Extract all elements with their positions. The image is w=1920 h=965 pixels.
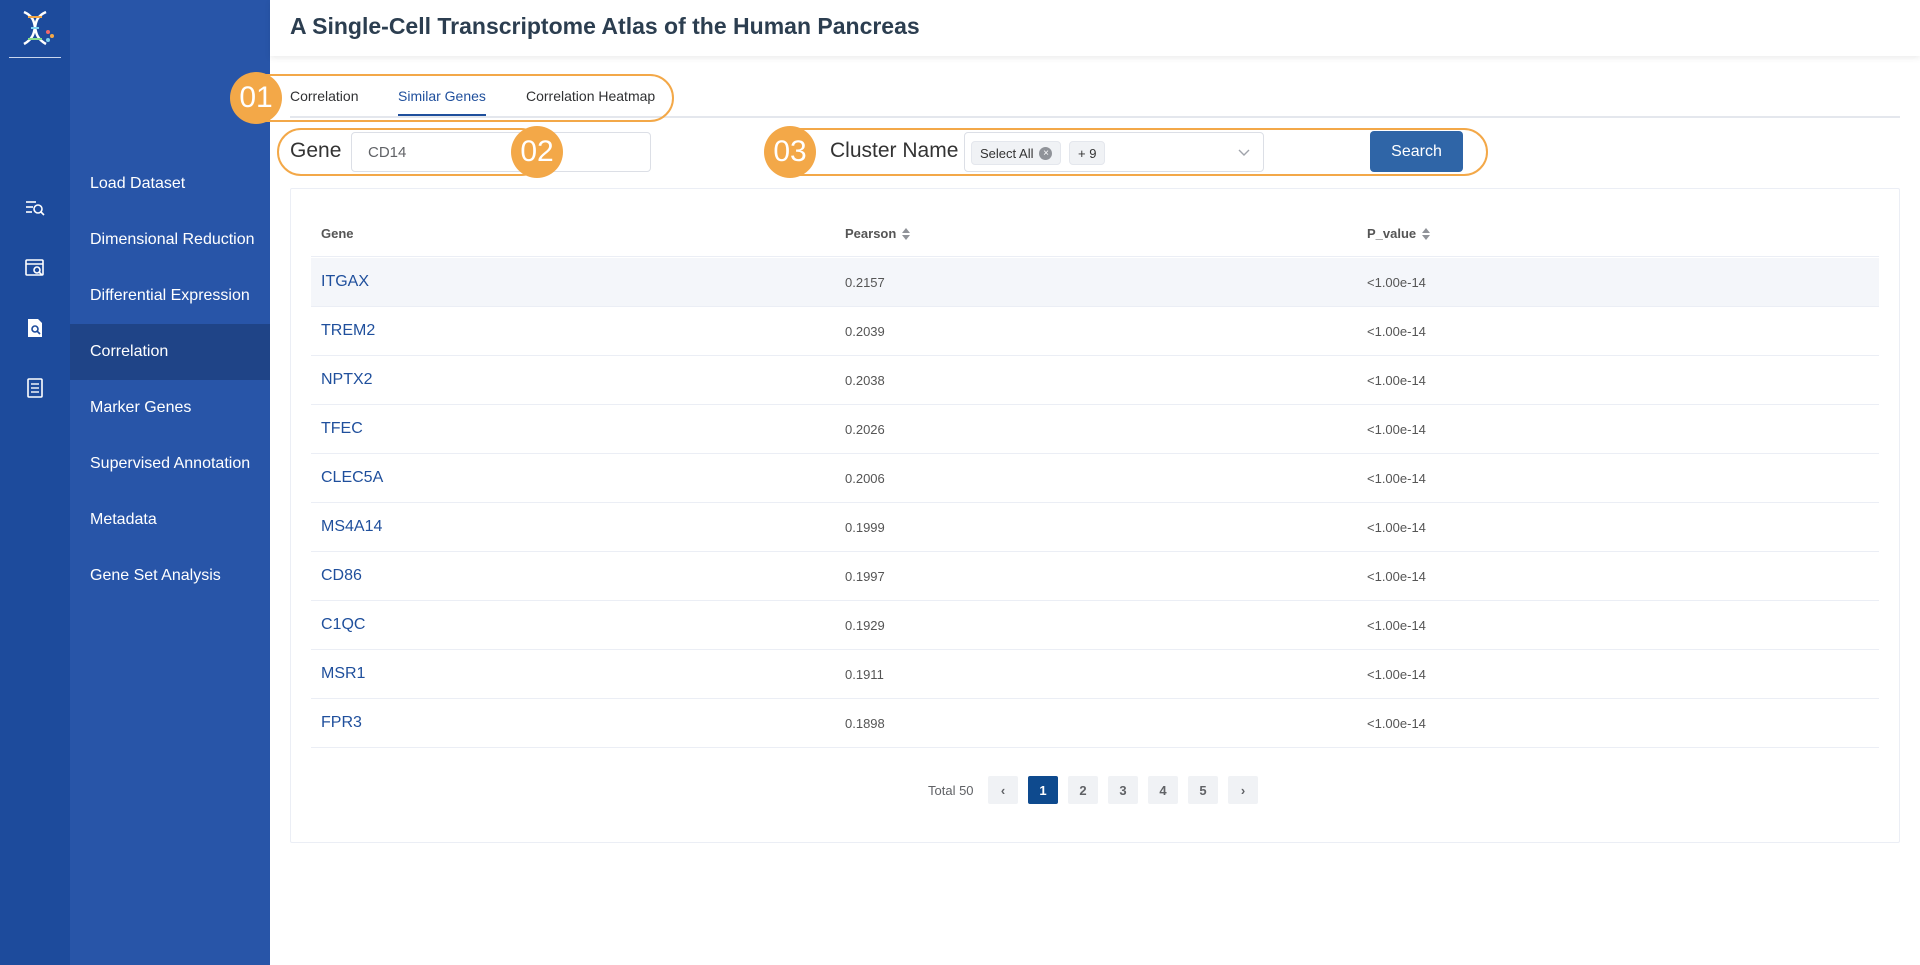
table-row: TREM2 0.2039 <1.00e-14 <box>311 307 1879 356</box>
menu-item-supervised-annotation[interactable]: Supervised Annotation <box>70 436 270 492</box>
pearson-value: 0.2157 <box>845 275 885 290</box>
page-title: A Single-Cell Transcriptome Atlas of the… <box>290 13 920 39</box>
cluster-tag-label: Select All <box>980 145 1034 161</box>
side-menu: Load Dataset Dimensional Reduction Diffe… <box>70 0 270 965</box>
p-value: <1.00e-14 <box>1367 618 1426 633</box>
pagination-page-3[interactable]: 3 <box>1108 776 1138 804</box>
menu-item-load-dataset[interactable]: Load Dataset <box>70 156 270 212</box>
gene-link[interactable]: MSR1 <box>321 665 365 683</box>
menu-item-metadata[interactable]: Metadata <box>70 492 270 548</box>
cluster-tag-more: + 9 <box>1069 141 1106 165</box>
gene-link[interactable]: TREM2 <box>321 322 375 340</box>
p-value: <1.00e-14 <box>1367 520 1426 535</box>
p-value: <1.00e-14 <box>1367 716 1426 731</box>
callout-badge-03: 03 <box>764 126 816 178</box>
menu-item-dimensional-reduction[interactable]: Dimensional Reduction <box>70 212 270 268</box>
gene-link[interactable]: TFEC <box>321 420 363 438</box>
p-value: <1.00e-14 <box>1367 422 1426 437</box>
cluster-name-label: Cluster Name <box>830 139 959 162</box>
search-button[interactable]: Search <box>1370 131 1463 172</box>
table-row: CLEC5A 0.2006 <1.00e-14 <box>311 454 1879 503</box>
table-row: MS4A14 0.1999 <1.00e-14 <box>311 503 1879 552</box>
table-row: C1QC 0.1929 <1.00e-14 <box>311 601 1879 650</box>
pagination-total: Total 50 <box>928 783 974 798</box>
menu-item-differential-expression[interactable]: Differential Expression <box>70 268 270 324</box>
gene-link[interactable]: MS4A14 <box>321 518 382 536</box>
gene-link[interactable]: CD86 <box>321 567 362 585</box>
column-header-gene: Gene <box>321 226 354 241</box>
dna-logo-icon[interactable] <box>14 4 56 52</box>
page-header: A Single-Cell Transcriptome Atlas of the… <box>270 0 1920 56</box>
p-value: <1.00e-14 <box>1367 471 1426 486</box>
callout-outline-tabs <box>236 74 674 122</box>
search-list-icon[interactable] <box>24 197 46 219</box>
p-value: <1.00e-14 <box>1367 569 1426 584</box>
results-card: Gene Pearson P_value ITGAX 0.2157 <1.00e… <box>290 188 1900 843</box>
sort-icon[interactable] <box>902 227 911 241</box>
table-row: ITGAX 0.2157 <1.00e-14 <box>311 258 1879 307</box>
table-row: NPTX2 0.2038 <1.00e-14 <box>311 356 1879 405</box>
table-header: Gene Pearson P_value <box>311 209 1879 257</box>
cluster-tag-select-all: Select All × <box>971 141 1062 165</box>
gene-link[interactable]: CLEC5A <box>321 469 383 487</box>
table-row: MSR1 0.1911 <1.00e-14 <box>311 650 1879 699</box>
pagination-page-1[interactable]: 1 <box>1028 776 1058 804</box>
gene-link[interactable]: NPTX2 <box>321 371 373 389</box>
logo-divider <box>9 57 61 58</box>
pagination-page-5[interactable]: 5 <box>1188 776 1218 804</box>
p-value: <1.00e-14 <box>1367 324 1426 339</box>
pearson-value: 0.1997 <box>845 569 885 584</box>
callout-badge-01: 01 <box>230 72 282 124</box>
column-header-p-value[interactable]: P_value <box>1367 226 1431 241</box>
menu-item-marker-genes[interactable]: Marker Genes <box>70 380 270 436</box>
document-search-icon[interactable] <box>24 317 46 339</box>
pagination-next-button[interactable]: › <box>1228 776 1258 804</box>
browse-data-icon[interactable] <box>24 257 46 279</box>
pearson-value: 0.2006 <box>845 471 885 486</box>
notebook-icon[interactable] <box>24 377 46 399</box>
gene-link[interactable]: C1QC <box>321 616 365 634</box>
callout-badge-02: 02 <box>511 126 563 178</box>
table-row: CD86 0.1997 <1.00e-14 <box>311 552 1879 601</box>
chevron-down-icon <box>1238 149 1250 156</box>
menu-item-correlation[interactable]: Correlation <box>70 324 270 380</box>
cluster-name-select[interactable]: Select All × + 9 <box>964 132 1264 172</box>
sort-icon[interactable] <box>1422 227 1431 241</box>
column-header-pearson[interactable]: Pearson <box>845 226 911 241</box>
pearson-value: 0.1999 <box>845 520 885 535</box>
table-row: TFEC 0.2026 <1.00e-14 <box>311 405 1879 454</box>
p-value: <1.00e-14 <box>1367 373 1426 388</box>
gene-label: Gene <box>290 139 342 162</box>
table-row: FPR3 0.1898 <1.00e-14 <box>311 699 1879 748</box>
tag-close-icon[interactable]: × <box>1039 146 1053 160</box>
pagination-page-2[interactable]: 2 <box>1068 776 1098 804</box>
pearson-value: 0.2026 <box>845 422 885 437</box>
pagination-page-4[interactable]: 4 <box>1148 776 1178 804</box>
pearson-value: 0.1911 <box>845 667 884 682</box>
pearson-value: 0.1929 <box>845 618 885 633</box>
gene-link[interactable]: FPR3 <box>321 714 362 732</box>
pearson-value: 0.2038 <box>845 373 885 388</box>
gene-input[interactable] <box>351 132 651 172</box>
icon-rail <box>0 0 70 965</box>
p-value: <1.00e-14 <box>1367 667 1426 682</box>
pearson-value: 0.2039 <box>845 324 885 339</box>
pagination-prev-button[interactable]: ‹ <box>988 776 1018 804</box>
gene-link[interactable]: ITGAX <box>321 273 369 291</box>
p-value: <1.00e-14 <box>1367 275 1426 290</box>
menu-item-gene-set-analysis[interactable]: Gene Set Analysis <box>70 548 270 604</box>
pearson-value: 0.1898 <box>845 716 885 731</box>
